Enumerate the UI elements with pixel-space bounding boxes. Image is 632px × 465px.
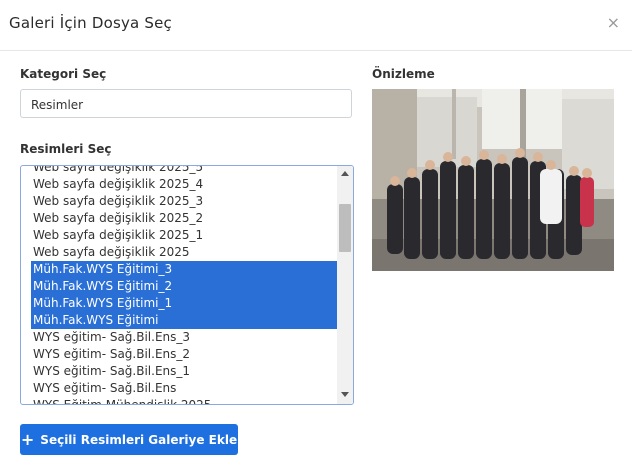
dialog-header: Galeri İçin Dosya Seç ×: [0, 0, 632, 51]
image-list-item[interactable]: Web sayfa değişiklik 2025_5: [21, 166, 337, 176]
preview-label: Önizleme: [372, 67, 435, 81]
image-list-item[interactable]: Web sayfa değişiklik 2025_3: [21, 193, 337, 210]
category-select[interactable]: Resimler: [20, 89, 352, 118]
add-to-gallery-label: Seçili Resimleri Galeriye Ekle: [40, 432, 238, 447]
images-listbox[interactable]: Web sayfa değişiklik 2025_5 Web sayfa değ…: [20, 165, 354, 405]
scroll-thumb[interactable]: [339, 204, 351, 252]
images-list: Web sayfa değişiklik 2025_5 Web sayfa değ…: [21, 166, 337, 404]
image-list-item[interactable]: Müh.Fak.WYS Eğitimi_2: [31, 278, 337, 295]
preview-image: [372, 89, 614, 271]
close-icon[interactable]: ×: [607, 13, 620, 32]
scroll-up-arrow-icon[interactable]: [341, 171, 349, 176]
image-list-item[interactable]: Web sayfa değişiklik 2025_2: [21, 210, 337, 227]
image-list-item[interactable]: Web sayfa değişiklik 2025_1: [21, 227, 337, 244]
image-list-item[interactable]: WYS eğitim- Sağ.Bil.Ens_3: [21, 329, 337, 346]
listbox-scrollbar[interactable]: [337, 166, 353, 404]
image-list-item[interactable]: WYS Eğitim Mühendislik 2025: [21, 397, 337, 404]
dialog-title: Galeri İçin Dosya Seç: [9, 14, 173, 32]
images-label: Resimleri Seç: [20, 142, 112, 156]
image-list-item[interactable]: Müh.Fak.WYS Eğitimi: [31, 312, 337, 329]
image-list-item[interactable]: Müh.Fak.WYS Eğitimi_1: [31, 295, 337, 312]
image-list-item[interactable]: Müh.Fak.WYS Eğitimi_3: [31, 261, 337, 278]
scroll-down-arrow-icon[interactable]: [341, 392, 349, 397]
image-list-item[interactable]: WYS eğitim- Sağ.Bil.Ens_1: [21, 363, 337, 380]
image-list-item[interactable]: Web sayfa değişiklik 2025: [21, 244, 337, 261]
image-list-item[interactable]: WYS eğitim- Sağ.Bil.Ens_2: [21, 346, 337, 363]
add-to-gallery-button[interactable]: + Seçili Resimleri Galeriye Ekle: [20, 424, 238, 455]
image-list-item[interactable]: WYS eğitim- Sağ.Bil.Ens: [21, 380, 337, 397]
category-label: Kategori Seç: [20, 67, 107, 81]
image-list-item[interactable]: Web sayfa değişiklik 2025_4: [21, 176, 337, 193]
plus-icon: +: [20, 430, 35, 449]
